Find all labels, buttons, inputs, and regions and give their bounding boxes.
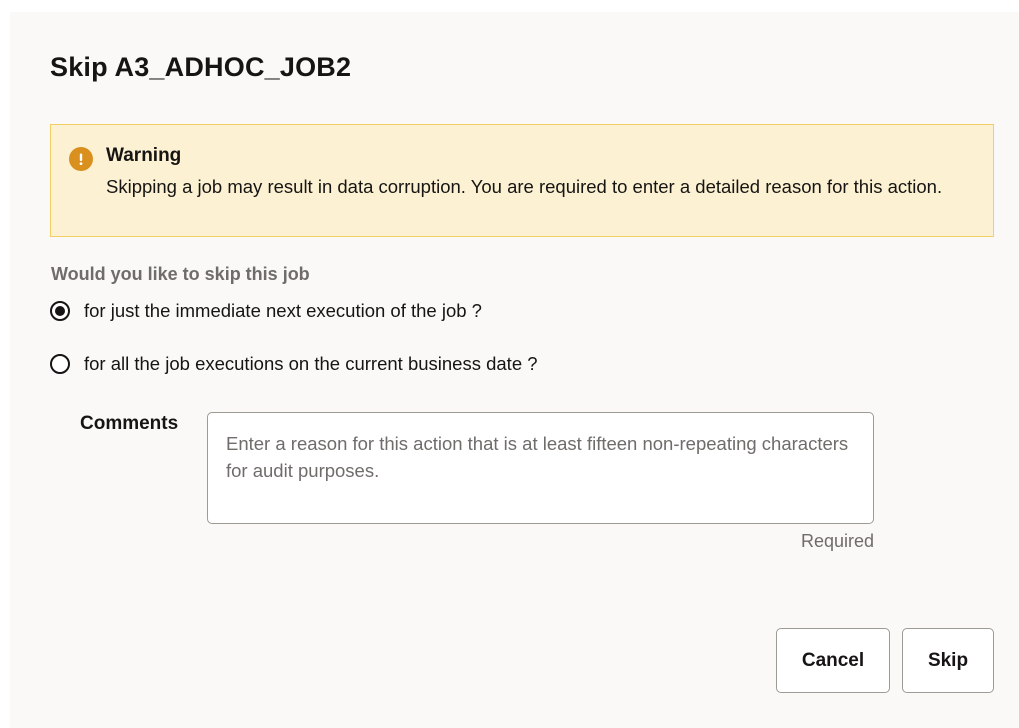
warning-icon bbox=[69, 147, 93, 171]
radio-option-label[interactable]: for just the immediate next execution of… bbox=[84, 300, 482, 322]
cancel-button[interactable]: Cancel bbox=[776, 628, 890, 693]
skip-job-dialog: Skip A3_ADHOC_JOB2 Warning Skipping a jo… bbox=[10, 12, 1019, 728]
radio-option-label[interactable]: for all the job executions on the curren… bbox=[84, 353, 538, 375]
dialog-title: Skip A3_ADHOC_JOB2 bbox=[50, 52, 352, 82]
comments-textarea[interactable] bbox=[207, 412, 874, 524]
warning-banner: Warning Skipping a job may result in dat… bbox=[50, 124, 994, 237]
comments-label: Comments bbox=[80, 413, 179, 434]
radio-option-all-executions[interactable]: for all the job executions on the curren… bbox=[50, 353, 538, 375]
required-hint: Required bbox=[800, 531, 874, 551]
radio-button-unselected[interactable] bbox=[50, 354, 70, 374]
warning-message: Skipping a job may result in data corrup… bbox=[106, 176, 943, 197]
skip-button[interactable]: Skip bbox=[902, 628, 994, 693]
radio-button-selected[interactable] bbox=[50, 301, 70, 321]
radio-selected-dot bbox=[55, 306, 65, 316]
radio-option-next-execution[interactable]: for just the immediate next execution of… bbox=[50, 300, 482, 322]
warning-title: Warning bbox=[106, 145, 182, 166]
skip-question-label: Would you like to skip this job bbox=[51, 264, 310, 284]
